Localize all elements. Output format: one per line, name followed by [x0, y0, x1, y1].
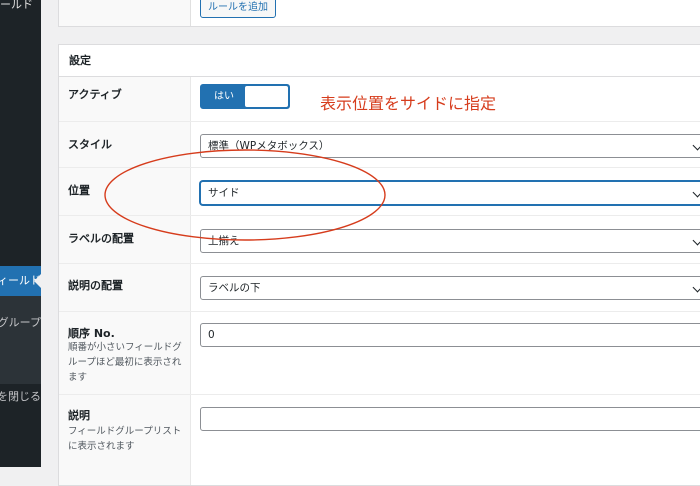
toggle-knob — [245, 86, 288, 107]
label-placement-label: ラベルの配置 — [68, 232, 134, 245]
sidebar-collapse-menu[interactable]: メニューを閉じる — [0, 388, 41, 406]
annotation-text: 表示位置をサイドに指定 — [320, 94, 497, 113]
description-help-text: フィールドグループリストに表示されます — [68, 426, 182, 452]
label-placement-value: 上揃え — [208, 235, 240, 247]
style-select-value: 標準（WPメタボックス） — [208, 140, 330, 152]
order-description: 順番が小さいフィールドグループほど最初に表示されます — [68, 342, 182, 383]
settings-title: 設定 — [69, 54, 91, 67]
add-rule-button[interactable]: ルールを追加 — [200, 0, 276, 18]
toggle-on-label: はい — [214, 91, 234, 102]
description-input[interactable] — [200, 407, 700, 431]
order-input-value: 0 — [208, 329, 215, 341]
chevron-down-icon — [692, 235, 700, 246]
instruction-placement-value: ラベルの下 — [208, 282, 261, 294]
sidebar-item-field-groups[interactable]: グループ — [0, 314, 41, 332]
row-divider — [59, 263, 700, 264]
label-placement-select[interactable]: 上揃え — [200, 229, 700, 253]
active-label: アクティブ — [68, 88, 122, 101]
location-rules-box — [58, 0, 700, 27]
order-label: 順序 No. — [68, 327, 115, 340]
sidebar-submenu — [0, 296, 41, 384]
instruction-placement-label: 説明の配置 — [68, 279, 123, 292]
row-divider — [59, 215, 700, 216]
row-divider — [59, 394, 700, 395]
chevron-down-icon — [692, 187, 700, 198]
position-select[interactable]: サイド — [200, 181, 700, 205]
sidebar-item-top[interactable]: ールド — [0, 0, 41, 13]
chevron-down-icon — [692, 140, 700, 151]
row-divider — [59, 121, 700, 122]
rules-label-column — [59, 0, 191, 26]
settings-panel-header: 設定 — [59, 45, 700, 77]
admin-sidebar: ールド フィールド グループ メニューを閉じる — [0, 0, 41, 467]
order-input[interactable]: 0 — [200, 323, 700, 347]
style-label: スタイル — [68, 138, 112, 151]
instruction-placement-select[interactable]: ラベルの下 — [200, 276, 700, 300]
row-divider — [59, 167, 700, 168]
row-divider — [59, 311, 700, 312]
position-select-value: サイド — [208, 187, 240, 199]
sidebar-current-arrow — [34, 274, 41, 288]
position-label: 位置 — [68, 184, 90, 197]
style-select[interactable]: 標準（WPメタボックス） — [200, 134, 700, 158]
active-toggle[interactable]: はい — [200, 84, 290, 109]
chevron-down-icon — [692, 282, 700, 293]
description-label: 説明 — [68, 409, 90, 422]
